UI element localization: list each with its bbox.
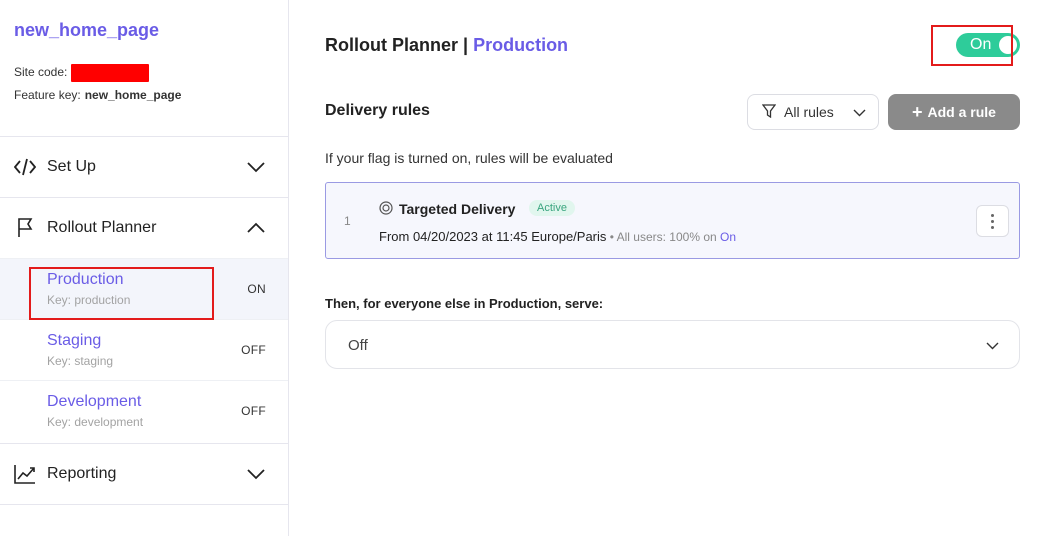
chevron-down-icon bbox=[246, 157, 266, 177]
chevron-down-icon bbox=[853, 106, 866, 122]
dot bbox=[991, 219, 994, 223]
add-rule-label: Add a rule bbox=[927, 104, 996, 120]
code-icon bbox=[14, 156, 36, 178]
redacted-site-code bbox=[71, 64, 150, 82]
sidebar-item-development[interactable]: Development Key: development OFF bbox=[0, 380, 288, 441]
flag-icon bbox=[14, 217, 36, 239]
toggle-knob bbox=[999, 36, 1017, 54]
env-status: OFF bbox=[241, 343, 266, 357]
site-code-label: Site code: bbox=[14, 65, 68, 80]
section-label: Reporting bbox=[47, 465, 117, 482]
serve-title: Then, for everyone else in Production, s… bbox=[325, 296, 604, 311]
more-options-button[interactable] bbox=[976, 205, 1009, 237]
sidebar: new_home_page Site code: Feature key: new… bbox=[0, 0, 289, 536]
chevron-up-icon bbox=[246, 218, 266, 238]
filter-icon bbox=[761, 103, 777, 121]
sidebar-item-production[interactable]: Production Key: production ON bbox=[0, 258, 288, 319]
section-label: Set Up bbox=[47, 158, 96, 175]
rule-description: From 04/20/2023 at 11:45 Europe/Paris • … bbox=[379, 229, 736, 244]
env-key: Key: staging bbox=[47, 354, 114, 368]
feature-key-label: Feature key: bbox=[14, 88, 81, 102]
feature-key-value: new_home_page bbox=[84, 88, 182, 102]
filter-label: All rules bbox=[784, 104, 834, 120]
section-label: Rollout Planner bbox=[47, 219, 157, 236]
dot bbox=[991, 213, 994, 217]
rules-filter-dropdown[interactable]: All rules bbox=[747, 94, 879, 130]
delivery-rules-title: Delivery rules bbox=[325, 102, 430, 119]
env-name: Production bbox=[47, 271, 124, 288]
env-status: ON bbox=[247, 282, 266, 296]
sidebar-section-rollout-planner[interactable]: Rollout Planner bbox=[0, 197, 288, 258]
dot bbox=[991, 225, 994, 229]
target-icon bbox=[379, 201, 393, 220]
sidebar-item-staging[interactable]: Staging Key: staging OFF bbox=[0, 319, 288, 380]
site-code: Site code: bbox=[14, 64, 150, 82]
serve-select[interactable]: Off bbox=[325, 320, 1020, 369]
page-title-env: Production bbox=[473, 35, 569, 55]
rules-hint: If your flag is turned on, rules will be… bbox=[325, 150, 613, 166]
rule-variation: On bbox=[720, 230, 737, 244]
env-name: Staging bbox=[47, 332, 102, 349]
env-name: Development bbox=[47, 393, 142, 410]
page-title-text: Rollout Planner | bbox=[325, 35, 469, 55]
rule-card[interactable]: 1 Targeted Delivery Active From 04/20/20… bbox=[325, 182, 1020, 259]
status-badge: Active bbox=[529, 200, 575, 216]
rule-audience: • All users: 100% on bbox=[606, 230, 721, 244]
toggle-label: On bbox=[970, 36, 992, 53]
main-panel: Rollout Planner | Production On Delivery… bbox=[289, 0, 1054, 536]
page-title: Rollout Planner | Production bbox=[325, 35, 568, 56]
rule-number: 1 bbox=[344, 214, 351, 228]
divider bbox=[0, 504, 288, 505]
serve-value: Off bbox=[348, 337, 368, 354]
rule-schedule: From 04/20/2023 at 11:45 Europe/Paris bbox=[379, 229, 607, 244]
feature-key: Feature key: new_home_page bbox=[14, 88, 181, 102]
chevron-down-icon bbox=[986, 339, 999, 357]
sidebar-section-reporting[interactable]: Reporting bbox=[0, 443, 288, 504]
sidebar-section-setup[interactable]: Set Up bbox=[0, 136, 288, 197]
flag-name: new_home_page bbox=[14, 20, 160, 40]
env-key: Key: development bbox=[47, 415, 144, 429]
rule-name: Targeted Delivery bbox=[399, 201, 516, 217]
plus-icon: + bbox=[912, 102, 923, 122]
env-status: OFF bbox=[241, 404, 266, 418]
add-rule-button[interactable]: + Add a rule bbox=[888, 94, 1020, 130]
chart-icon bbox=[14, 463, 36, 485]
flag-toggle[interactable]: On bbox=[956, 33, 1020, 57]
chevron-down-icon bbox=[246, 464, 266, 484]
env-key: Key: production bbox=[47, 293, 131, 307]
